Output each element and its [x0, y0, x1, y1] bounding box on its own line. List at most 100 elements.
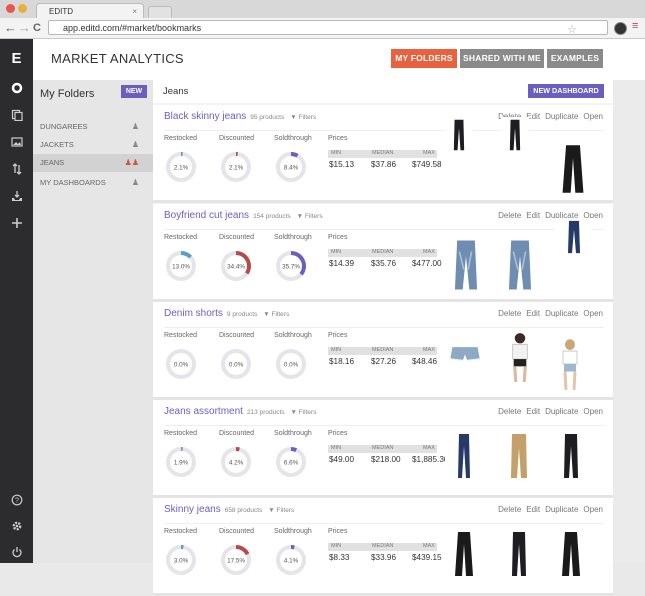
my-folders-button[interactable]: MY FOLDERS [391, 49, 457, 68]
filters-toggle[interactable]: ▼ Filters [291, 409, 317, 416]
restocked-donut: 3.0% [166, 545, 196, 575]
product-thumbnail[interactable] [500, 528, 538, 580]
soldthrough-heading: Soldthrough [274, 528, 312, 535]
reload-icon[interactable]: C [33, 20, 41, 36]
duplicate-link[interactable]: Duplicate [545, 407, 578, 416]
card-divider [164, 523, 604, 524]
product-thumbnail[interactable] [500, 430, 538, 482]
product-thumbnail[interactable] [445, 528, 483, 580]
prices-table: MIN MEDIAN MAX $18.16 $27.26 $48.46 [328, 347, 437, 368]
user-icon: ♟ [131, 122, 139, 131]
delete-link[interactable]: Delete [498, 309, 521, 318]
median-header: MEDIAN [372, 150, 394, 156]
product-thumbnail[interactable] [555, 218, 593, 256]
minimize-window-icon[interactable] [18, 4, 27, 13]
forward-arrow-icon[interactable]: → [18, 20, 31, 36]
dashboard-name-link[interactable]: Skinny jeans [164, 504, 221, 515]
prices-value-row: $49.00 $218.00 $1,885.30 [328, 454, 448, 466]
filters-toggle[interactable]: ▼ Filters [290, 114, 316, 121]
dashboard-circle-icon[interactable] [0, 82, 33, 97]
filters-toggle[interactable]: ▼ Filters [263, 311, 289, 318]
product-thumbnail[interactable] [552, 528, 590, 580]
dashboard-card: Black skinny jeans95 products▼ FiltersDe… [153, 105, 613, 203]
copy-icon[interactable] [0, 109, 33, 124]
scrollbar[interactable] [613, 80, 645, 563]
delete-link[interactable]: Delete [498, 407, 521, 416]
prices-heading: Prices [328, 332, 348, 339]
image-icon[interactable] [0, 136, 33, 151]
browser-menu-icon[interactable]: ≡ [632, 20, 638, 32]
max-price: $477.00 [412, 259, 442, 268]
edit-link[interactable]: Edit [526, 505, 540, 514]
new-folder-button[interactable]: NEW [121, 85, 147, 98]
min-price: $8.33 [329, 553, 350, 562]
product-thumbnail[interactable] [445, 334, 485, 372]
dashboard-name-link[interactable]: Jeans assortment [164, 406, 243, 417]
help-icon[interactable]: ? [0, 494, 33, 509]
open-link[interactable]: Open [583, 407, 603, 416]
product-thumbnail[interactable] [500, 330, 540, 384]
prices-header-row: MIN MEDIAN MAX [328, 347, 437, 355]
plus-icon[interactable] [0, 217, 33, 232]
power-icon[interactable] [0, 546, 33, 561]
folder-item-dungarees[interactable]: DUNGAREES ♟ [33, 118, 153, 136]
edit-link[interactable]: Edit [526, 211, 540, 220]
restocked-heading: Restocked [164, 135, 198, 142]
main-content: Jeans NEW DASHBOARD Black skinny jeans 95… [153, 80, 613, 596]
examples-button[interactable]: EXAMPLES [547, 49, 603, 68]
back-arrow-icon[interactable]: ← [4, 20, 17, 36]
edit-link[interactable]: Edit [526, 309, 540, 318]
inbox-icon[interactable] [0, 190, 33, 205]
product-thumbnail[interactable] [445, 430, 483, 482]
delete-link[interactable]: Delete [498, 211, 521, 220]
duplicate-link[interactable]: Duplicate [545, 505, 578, 514]
shared-with-me-button[interactable]: SHARED WITH ME [460, 49, 544, 68]
gear-icon[interactable] [0, 520, 33, 535]
restocked-heading: Restocked [164, 528, 198, 535]
open-link[interactable]: Open [583, 112, 603, 121]
bookmark-star-icon[interactable]: ☆ [567, 23, 577, 38]
tab-close-icon[interactable]: × [132, 4, 137, 19]
extension-icon[interactable] [614, 22, 627, 35]
new-dashboard-button[interactable]: NEW DASHBOARD [528, 84, 604, 98]
filters-toggle[interactable]: ▼ Filters [268, 507, 294, 514]
product-thumbnail[interactable] [552, 430, 590, 482]
folder-item-jackets[interactable]: JACKETS ♟ [33, 136, 153, 154]
edit-link[interactable]: Edit [526, 407, 540, 416]
sort-icon[interactable] [0, 163, 33, 178]
folder-item-my-dashboards[interactable]: MY DASHBOARDS ♟ [33, 174, 153, 192]
delete-link[interactable]: Delete [498, 505, 521, 514]
product-thumbnail[interactable] [551, 336, 589, 392]
prices-value-row: $14.39 $35.76 $477.00 [328, 258, 442, 270]
max-header: MAX [423, 445, 435, 451]
discounted-donut: 34.4% [221, 251, 251, 281]
dashboard-name-link[interactable]: Black skinny jeans [164, 111, 246, 122]
duplicate-link[interactable]: Duplicate [545, 112, 578, 121]
prices-value-row: $15.13 $37.86 $749.58 [328, 159, 442, 171]
product-thumbnail[interactable] [445, 236, 487, 294]
close-window-icon[interactable] [6, 4, 15, 13]
product-thumbnail[interactable] [499, 236, 541, 294]
product-thumbnail[interactable] [501, 117, 529, 153]
browser-tab[interactable]: EDITD × [36, 3, 144, 18]
soldthrough-donut: 8.4% [276, 152, 306, 182]
min-price: $18.16 [329, 357, 355, 366]
card-actions: Delete Edit Duplicate Open [493, 309, 603, 318]
product-thumbnail[interactable] [551, 141, 595, 197]
max-header: MAX [423, 347, 435, 353]
dashboard-card: Denim shorts 9 products ▼ Filters Delete Edi… [153, 302, 613, 400]
dashboard-name-link[interactable]: Denim shorts [164, 308, 223, 319]
open-link[interactable]: Open [583, 505, 603, 514]
discounted-donut: 0.0% [221, 349, 251, 379]
folder-item-jeans[interactable]: JEANS ♟♟ [33, 154, 153, 172]
address-bar[interactable]: app.editd.com/#market/bookmarks ☆ [48, 20, 608, 38]
product-thumbnail[interactable] [445, 117, 473, 153]
duplicate-link[interactable]: Duplicate [545, 309, 578, 318]
discounted-heading: Discounted [219, 430, 255, 437]
user-icon: ♟ [131, 178, 139, 187]
dashboard-name-link[interactable]: Boyfriend cut jeans [164, 210, 249, 221]
editd-logo[interactable]: E [0, 50, 33, 67]
card-title-row: Boyfriend cut jeans 154 products ▼ Filters [164, 210, 323, 221]
open-link[interactable]: Open [583, 309, 603, 318]
filters-toggle[interactable]: ▼ Filters [297, 213, 323, 220]
